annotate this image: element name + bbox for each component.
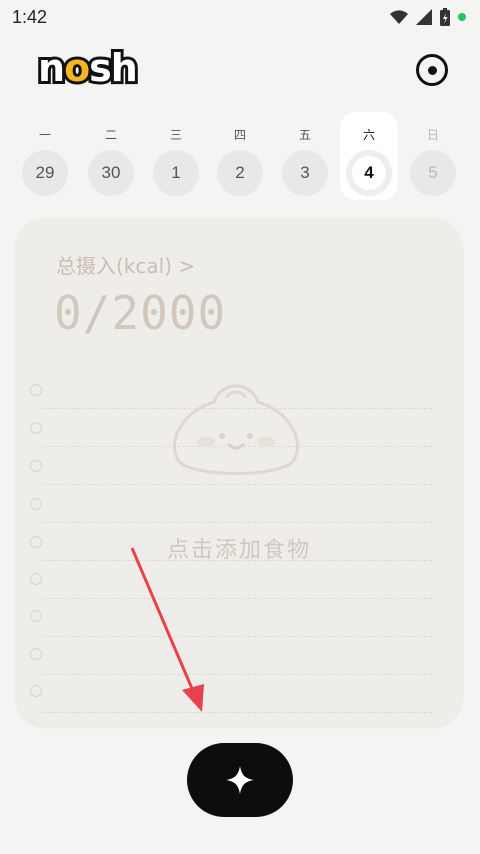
settings-button[interactable] bbox=[416, 54, 448, 86]
date-circle: 30 bbox=[88, 150, 134, 196]
weekday-label: 六 bbox=[362, 128, 375, 142]
notification-dot bbox=[458, 13, 466, 21]
dumpling-mascot-icon bbox=[172, 384, 300, 475]
date-circle: 29 bbox=[22, 150, 68, 196]
date-circle: 5 bbox=[410, 150, 456, 196]
wifi-icon bbox=[390, 10, 408, 24]
intake-value: 0/2000 bbox=[54, 286, 227, 340]
app-header: nosh bbox=[0, 43, 480, 100]
weekday-label: 三 bbox=[169, 128, 182, 142]
notebook-line bbox=[42, 598, 432, 599]
total-intake-label[interactable]: 总摄入(kcal) > bbox=[56, 250, 195, 279]
day-tue[interactable]: 二 30 bbox=[82, 112, 140, 200]
binder-ring bbox=[30, 422, 42, 434]
status-icons bbox=[390, 8, 466, 26]
notebook-line bbox=[42, 522, 432, 523]
binder-ring bbox=[30, 460, 42, 472]
weekday-label: 四 bbox=[233, 128, 246, 142]
status-bar: 1:42 bbox=[0, 0, 480, 34]
binder-ring bbox=[30, 610, 42, 622]
settings-icon bbox=[427, 65, 437, 75]
day-wed[interactable]: 三 1 bbox=[147, 112, 205, 200]
nosh-logo: nosh bbox=[35, 43, 141, 93]
weekday-label: 二 bbox=[104, 128, 117, 142]
sparkle-plus-icon bbox=[226, 766, 254, 794]
day-sat-selected[interactable]: 六 4 bbox=[340, 112, 398, 200]
date-circle: 4 bbox=[346, 150, 392, 196]
weekday-label: 一 bbox=[38, 128, 51, 142]
day-mon[interactable]: 一 29 bbox=[16, 112, 74, 200]
binder-ring bbox=[30, 685, 42, 697]
binder-ring bbox=[30, 648, 42, 660]
date-circle: 1 bbox=[153, 150, 199, 196]
notebook-line bbox=[42, 712, 432, 713]
binder-ring bbox=[30, 384, 42, 396]
date-circle: 3 bbox=[282, 150, 328, 196]
status-time: 1:42 bbox=[12, 6, 48, 27]
binder-ring bbox=[30, 573, 42, 585]
day-sun[interactable]: 日 5 bbox=[404, 112, 462, 200]
battery-icon bbox=[440, 8, 450, 26]
signal-icon bbox=[416, 9, 432, 25]
week-selector: 一 29 二 30 三 1 四 2 五 3 六 4 日 5 bbox=[14, 112, 474, 202]
binder-ring bbox=[30, 498, 42, 510]
weekday-label: 五 bbox=[298, 128, 311, 142]
annotation-arrow-icon bbox=[130, 547, 204, 712]
add-food-button[interactable] bbox=[187, 743, 293, 817]
weekday-label: 日 bbox=[426, 128, 439, 142]
add-food-hint[interactable]: 点击添加食物 bbox=[16, 532, 462, 564]
day-thu[interactable]: 四 2 bbox=[211, 112, 269, 200]
date-circle: 2 bbox=[217, 150, 263, 196]
notebook-line bbox=[42, 636, 432, 637]
notebook-line bbox=[42, 674, 432, 675]
food-log-card[interactable]: 总摄入(kcal) > 0/2000 点击添加食物 bbox=[16, 218, 462, 726]
day-fri[interactable]: 五 3 bbox=[276, 112, 334, 200]
